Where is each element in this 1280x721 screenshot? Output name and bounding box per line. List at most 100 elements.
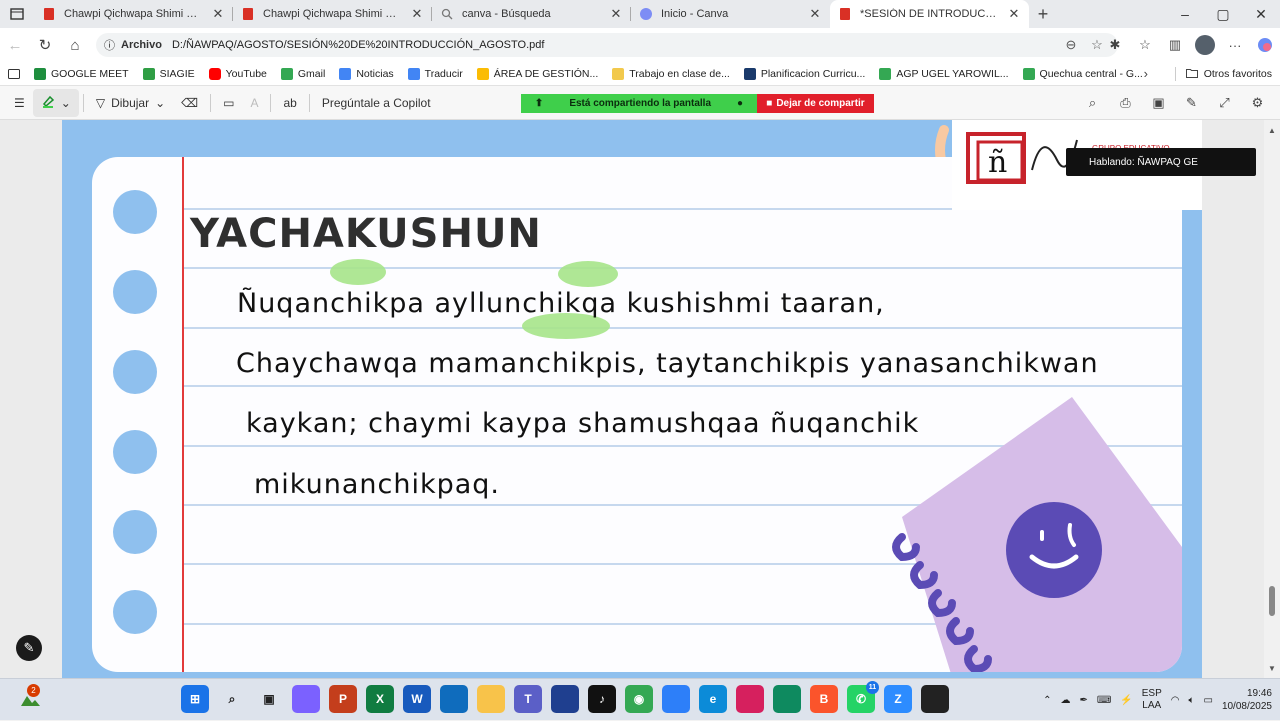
split-view-icon[interactable]: ▥ [1160, 37, 1190, 53]
window-menu-icon[interactable] [0, 0, 34, 28]
maximize-button[interactable]: ▢ [1204, 0, 1242, 28]
fullscreen-icon[interactable]: ⤢ [1208, 95, 1241, 111]
volume-icon[interactable]: 🔈︎ [1188, 695, 1194, 706]
search-icon [440, 7, 454, 21]
omnibox[interactable]: ⓘ Archivo D:/ÑAWPAQ/AGOSTO/SESIÓN%20DE%2… [96, 33, 1118, 57]
bookmark-gmail[interactable]: Gmail [274, 67, 332, 80]
input-language[interactable]: ESP LAA [1142, 688, 1162, 712]
close-icon[interactable]: ✕ [1007, 6, 1021, 21]
find-icon[interactable]: ⌕ [1076, 95, 1109, 111]
bookmark-quechua-central[interactable]: Quechua central - G... [1016, 67, 1150, 80]
scrollbar-thumb[interactable] [1269, 586, 1275, 616]
bookmark-google-meet[interactable]: GOOGLE MEET [27, 67, 136, 80]
url-text[interactable]: D:/ÑAWPAQ/AGOSTO/SESIÓN%20DE%20INTRODUCC… [172, 39, 1058, 51]
extensions-icon[interactable]: ✱ [1100, 37, 1130, 53]
close-icon[interactable]: ✕ [211, 6, 225, 21]
ask-copilot-button[interactable]: Pregúntale a Copilot [314, 89, 439, 117]
close-window-button[interactable]: ✕ [1242, 0, 1280, 28]
teams-icon[interactable]: T [514, 685, 542, 713]
task-view-icon[interactable]: ▣ [255, 685, 283, 713]
close-icon[interactable]: ✕ [410, 6, 424, 21]
settings-icon[interactable]: ⚙ [1241, 95, 1274, 111]
edit-pen-button[interactable]: ✎ [16, 635, 42, 661]
home-button[interactable]: ⌂ [60, 30, 90, 60]
bookmark-traducir[interactable]: Traducir [401, 67, 470, 80]
app-pink-icon[interactable] [736, 685, 764, 713]
tab-3[interactable]: canva - Búsqueda ✕ [432, 0, 631, 28]
app-green-icon[interactable] [773, 685, 801, 713]
bookmark-label: YouTube [225, 67, 267, 80]
save-icon[interactable]: ▣ [1142, 95, 1175, 111]
powerpoint-icon[interactable]: P [329, 685, 357, 713]
highlight-tool[interactable]: ⌄ [32, 88, 79, 117]
other-bookmarks[interactable]: Otros favoritos [1185, 62, 1272, 86]
file-explorer-icon[interactable] [477, 685, 505, 713]
stop-sharing-button[interactable]: ■ Dejar de compartir [757, 94, 874, 113]
bookmark-youtube[interactable]: YouTube [202, 67, 274, 80]
eraser-icon[interactable]: ⌫ [173, 89, 206, 117]
brave-icon[interactable]: B [810, 685, 838, 713]
tab-strip: Chawpi Qichwapa Shimi Qullqan... ✕ Chawp… [0, 0, 1280, 28]
windows-start-icon[interactable]: ⊞ [181, 685, 209, 713]
more-menu-icon[interactable]: ··· [1220, 38, 1250, 53]
app-blue-icon[interactable] [551, 685, 579, 713]
excel-icon[interactable]: X [366, 685, 394, 713]
zoom-icon[interactable]: Z [884, 685, 912, 713]
close-icon[interactable]: ✕ [808, 6, 822, 21]
copilot-icon[interactable] [1250, 37, 1280, 53]
handwritten-line-1: Ñuqanchikpa ayllunchikqa kushishmi taara… [237, 288, 885, 319]
vertical-scrollbar[interactable]: ▲ ▼ [1264, 120, 1280, 678]
tab-4[interactable]: Inicio - Canva ✕ [631, 0, 830, 28]
tab-5-active[interactable]: *SESIÓN DE INTRODUCCIÓN_AGO... ✕ [830, 0, 1029, 28]
scroll-up-icon[interactable]: ▲ [1268, 126, 1276, 135]
onedrive-icon[interactable]: ☁ [1060, 695, 1070, 706]
bookmark-agp-ugel[interactable]: AGP UGEL YAROWIL... [872, 67, 1015, 80]
contents-icon[interactable]: ☰ [0, 89, 33, 117]
bookmark-trabajo-clase[interactable]: Trabajo en clase de... [605, 67, 737, 80]
tiktok-icon[interactable]: ♪ [588, 685, 616, 713]
avatar[interactable] [1195, 35, 1215, 55]
print-icon[interactable]: ⎙ [1109, 95, 1142, 111]
whatsapp-icon[interactable]: ✆ 11 [847, 681, 879, 713]
new-tab-button[interactable]: + [1029, 0, 1057, 28]
read-aloud-icon[interactable]: ab [275, 89, 304, 117]
share-screen-icon: ⬆ [534, 98, 544, 109]
wifi-icon[interactable]: ◠ [1171, 695, 1180, 706]
tab-2[interactable]: Chawpi Qichwapa Shimi Qullqan... ✕ [233, 0, 432, 28]
back-button[interactable]: ← [0, 30, 30, 60]
binder-hole [113, 350, 157, 394]
battery-icon[interactable]: ▭ [1203, 695, 1212, 706]
copilot-icon[interactable] [292, 685, 320, 713]
text-size-icon[interactable]: A [242, 89, 266, 117]
save-as-icon[interactable]: ✎ [1175, 95, 1208, 111]
bookmarks-menu-icon[interactable] [0, 68, 27, 79]
reload-button[interactable]: ↻ [30, 30, 60, 60]
bookmark-siagie[interactable]: SIAGIE [136, 67, 202, 80]
other-bookmarks-label: Otros favoritos [1203, 68, 1272, 80]
chevron-right-icon[interactable]: › [1144, 66, 1148, 81]
edge-icon[interactable]: e [699, 685, 727, 713]
draw-tool[interactable]: ▽ Dibujar ⌄ [88, 89, 173, 117]
zoom-icon[interactable]: ⊖ [1058, 37, 1084, 53]
favorites-icon[interactable]: ☆ [1130, 37, 1160, 53]
battery-saver-icon[interactable]: ⚡ [1120, 695, 1132, 706]
keyboard-icon[interactable]: ⌨ [1097, 695, 1111, 706]
clock[interactable]: 19:46 10/08/2025 [1222, 687, 1272, 713]
bookmark-area-gestion[interactable]: ÁREA DE GESTIÓN... [470, 67, 605, 80]
tab-1[interactable]: Chawpi Qichwapa Shimi Qullqan... ✕ [34, 0, 233, 28]
word-icon[interactable]: W [403, 685, 431, 713]
close-icon[interactable]: ✕ [609, 6, 623, 21]
chevron-up-icon[interactable]: ⌃ [1043, 695, 1051, 706]
bookmark-planificacion[interactable]: Planificacion Curricu... [737, 67, 872, 80]
search-icon[interactable]: ⌕ [218, 685, 246, 713]
obs-icon[interactable] [921, 685, 949, 713]
bookmark-noticias[interactable]: Noticias [332, 67, 400, 80]
text-box-icon[interactable]: ▭ [215, 89, 242, 117]
info-icon[interactable]: ⓘ [104, 37, 115, 53]
pen-icon[interactable]: ✒ [1079, 695, 1087, 706]
chrome-icon[interactable]: ◉ [625, 685, 653, 713]
snipping-tool-icon[interactable] [440, 685, 468, 713]
photos-icon[interactable] [662, 685, 690, 713]
scroll-down-icon[interactable]: ▼ [1268, 664, 1276, 673]
minimize-button[interactable]: – [1166, 0, 1204, 28]
